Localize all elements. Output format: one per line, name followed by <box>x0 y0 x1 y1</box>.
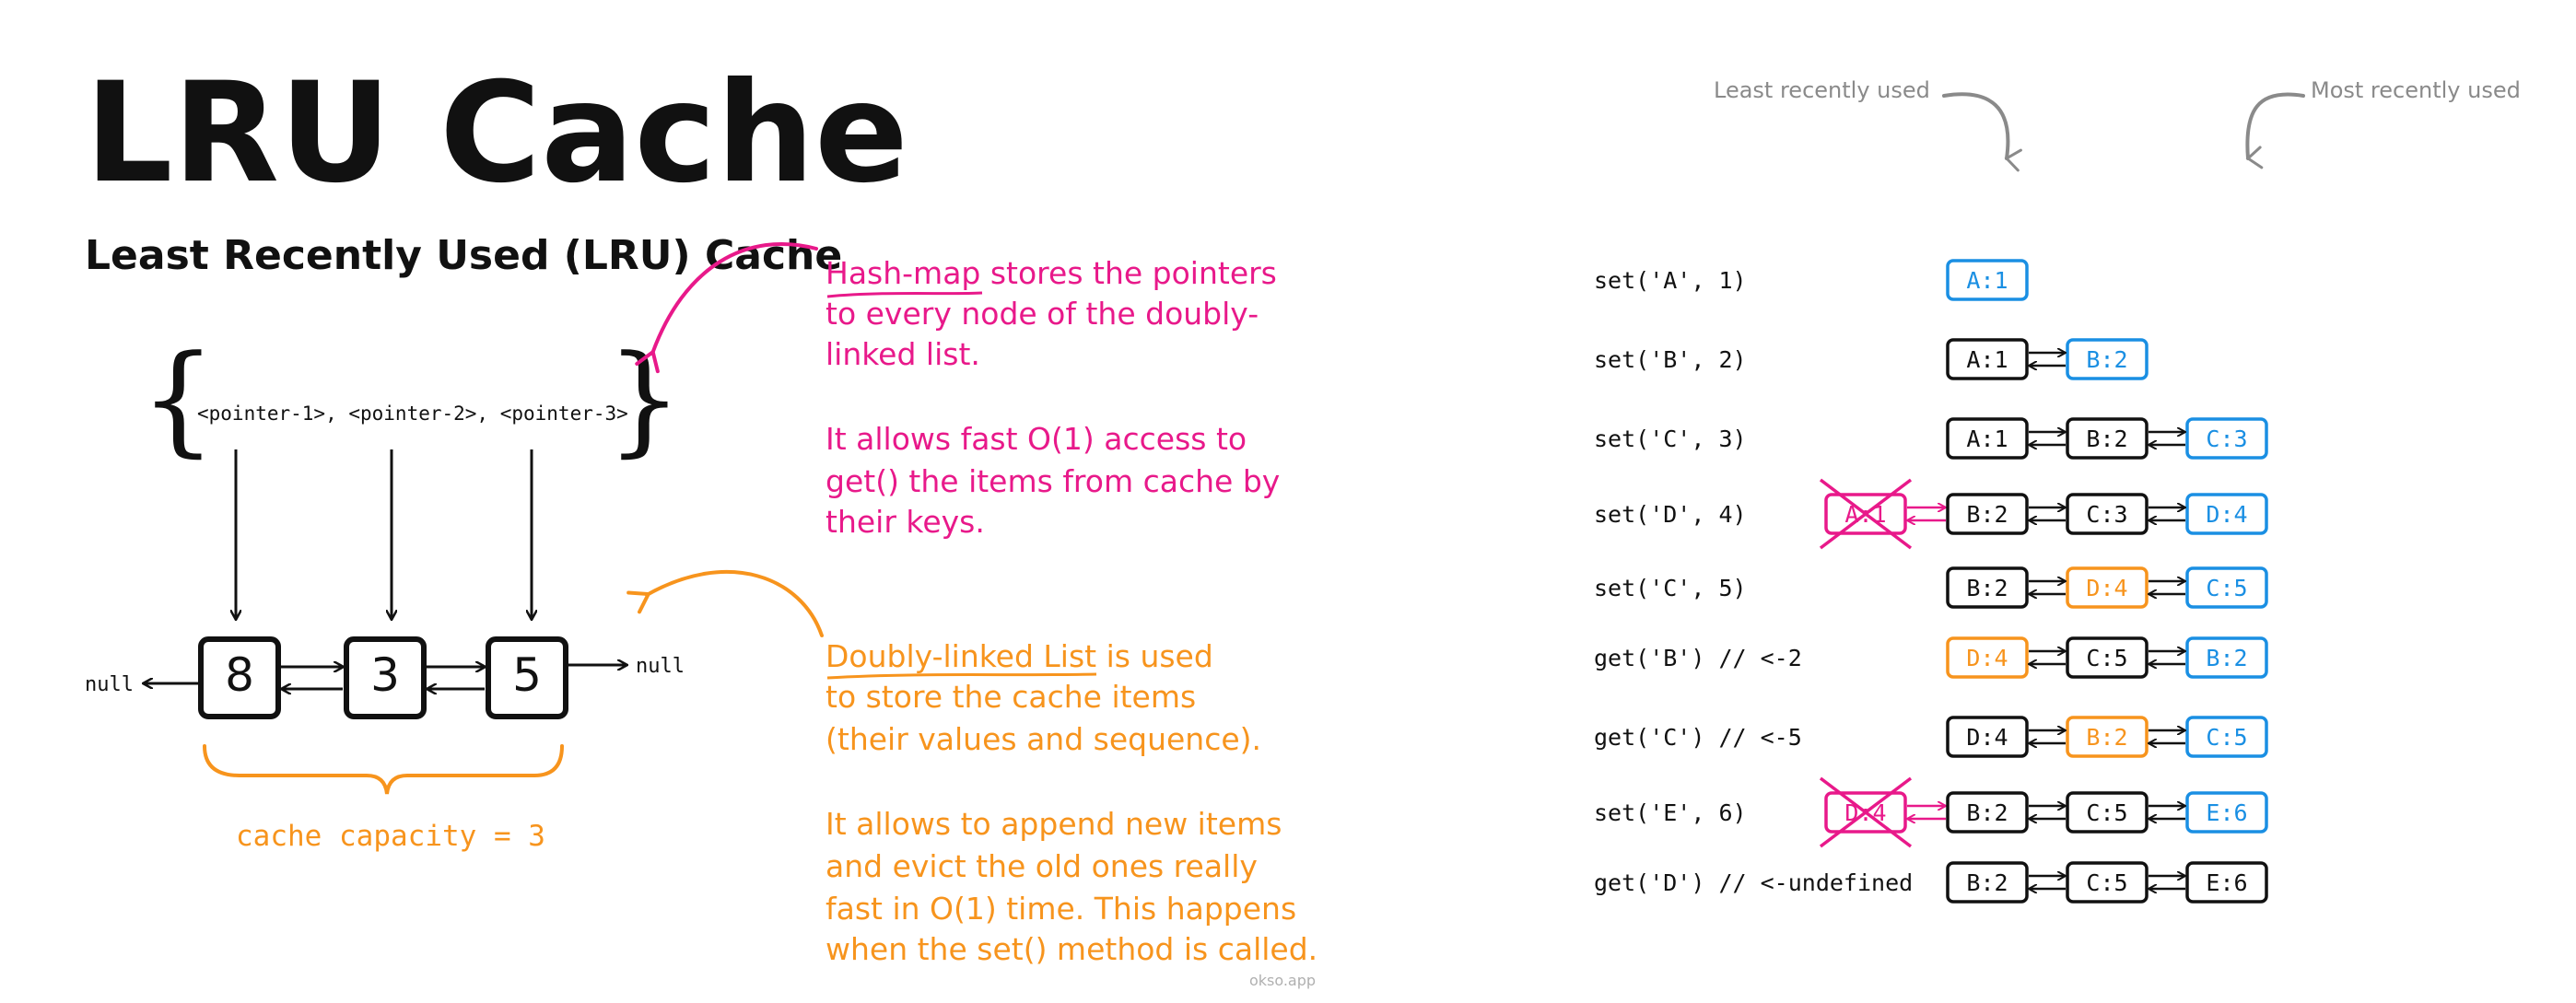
operation-label: set('B', 2) <box>1594 346 1747 373</box>
operation-row: set('C', 3) A:1 B:2 C:3 <box>1594 417 2268 460</box>
cache-node-label: B:2 <box>1966 799 2008 826</box>
note-line: their keys. <box>825 504 985 540</box>
note-line: linked list. <box>825 336 980 372</box>
cache-node-label: A:1 <box>1966 267 2008 294</box>
cache-node-label: D:4 <box>2086 575 2127 601</box>
cache-node-label: A:1 <box>1966 426 2008 452</box>
capacity-label: cache capacity = 3 <box>236 820 545 853</box>
operation-row: get('C') // <-5 D:4 B:2 C:5 <box>1594 716 2268 758</box>
list-note-arrow <box>626 570 824 637</box>
cache-node-label: B:2 <box>2086 724 2127 751</box>
list-node-1: 8 <box>198 636 281 719</box>
operation-row: set('E', 6)D:4B:2C:5E:6 <box>1594 776 2268 848</box>
lru-cache-diagram: LRU Cache Least Recently Used (LRU) Cach… <box>85 53 2521 989</box>
cache-node-label: D:4 <box>1966 724 2008 751</box>
cache-node-label: E:6 <box>2206 799 2247 826</box>
note-line: (their values and sequence). <box>825 721 1261 757</box>
page-title: LRU Cache <box>85 53 908 214</box>
cache-node-label: B:2 <box>2206 645 2247 671</box>
operation-label: get('B') // <-2 <box>1594 645 1802 671</box>
list-node-value: 3 <box>370 648 400 702</box>
note-line: Hash-map stores the pointers <box>825 255 1277 291</box>
least-recently-used-label: Least recently used <box>1714 77 1930 103</box>
close-brace: } <box>606 329 683 469</box>
operation-label: get('D') // <-undefined <box>1594 869 1913 896</box>
cache-node-label: C:5 <box>2086 645 2127 671</box>
watermark: okso.app <box>1249 972 1316 989</box>
most-recently-used-label: Most recently used <box>2311 77 2521 103</box>
hashmap-note: Hash-map stores the pointers to every no… <box>825 255 1280 540</box>
operation-row: set('C', 5) B:2 D:4 C:5 <box>1594 566 2268 609</box>
list-underline <box>826 672 1097 680</box>
note-line: and evict the old ones really <box>825 848 1258 884</box>
note-line: fast in O(1) time. This happens <box>825 891 1296 927</box>
cache-node-label: B:2 <box>1966 501 2008 528</box>
null-left-label: null <box>85 673 134 696</box>
least-recently-used-arrow <box>1942 92 2022 172</box>
operation-row: set('A', 1) A:1 <box>1594 259 2029 301</box>
operation-row: set('B', 2) A:1 B:2 <box>1594 338 2149 380</box>
list-node-value: 8 <box>225 648 254 702</box>
cache-node-label: B:2 <box>1966 869 2008 896</box>
list-node-3: 5 <box>486 636 568 719</box>
open-brace: { <box>140 329 217 469</box>
operation-label: set('E', 6) <box>1594 799 1747 826</box>
note-line: It allows fast O(1) access to <box>825 421 1247 457</box>
operation-row: set('D', 4)A:1B:2C:3D:4 <box>1594 478 2268 550</box>
operation-row: get('D') // <-undefined B:2 C:5 E:6 <box>1594 861 2268 904</box>
cache-node-label: C:5 <box>2086 869 2127 896</box>
operation-label: set('D', 4) <box>1594 501 1747 528</box>
operations-list: set('A', 1) A:1set('B', 2) A:1 B:2set('C', … <box>1594 259 2268 904</box>
cache-node-label: C:5 <box>2086 799 2127 826</box>
cache-node-label: C:5 <box>2206 724 2247 751</box>
cache-node-label: C:3 <box>2086 501 2127 528</box>
operation-label: set('A', 1) <box>1594 267 1747 294</box>
note-line: Doubly-linked List is used <box>825 638 1213 674</box>
cache-node-label: D:4 <box>1966 645 2008 671</box>
hashmap-pointers-text: <pointer-1>, <pointer-2>, <pointer-3> <box>197 402 628 425</box>
cache-node-label: C:3 <box>2206 426 2247 452</box>
capacity-brace <box>203 744 564 795</box>
operation-row: get('B') // <-2 D:4 C:5 B:2 <box>1594 636 2268 679</box>
note-line: to every node of the doubly- <box>825 296 1259 332</box>
cache-node-label: B:2 <box>1966 575 2008 601</box>
list-node-2: 3 <box>344 636 427 719</box>
cache-node-label: B:2 <box>2086 426 2127 452</box>
note-line: to store the cache items <box>825 679 1196 715</box>
cache-node-label: A:1 <box>1966 346 2008 373</box>
operation-label: set('C', 3) <box>1594 426 1747 452</box>
operation-label: get('C') // <-5 <box>1594 724 1802 751</box>
null-right-label: null <box>636 655 685 678</box>
cache-node-label: B:2 <box>2086 346 2127 373</box>
note-line: It allows to append new items <box>825 806 1282 842</box>
note-line: when the set() method is called. <box>825 931 1317 967</box>
list-note: Doubly-linked List is used to store the … <box>825 638 1317 967</box>
operation-label: set('C', 5) <box>1594 575 1747 601</box>
most-recently-used-arrow <box>2245 92 2305 169</box>
cache-node-label: E:6 <box>2206 869 2247 896</box>
note-line: get() the items from cache by <box>825 463 1280 499</box>
list-node-value: 5 <box>512 648 542 702</box>
cache-node-label: C:5 <box>2206 575 2247 601</box>
cache-node-label: D:4 <box>2206 501 2247 528</box>
